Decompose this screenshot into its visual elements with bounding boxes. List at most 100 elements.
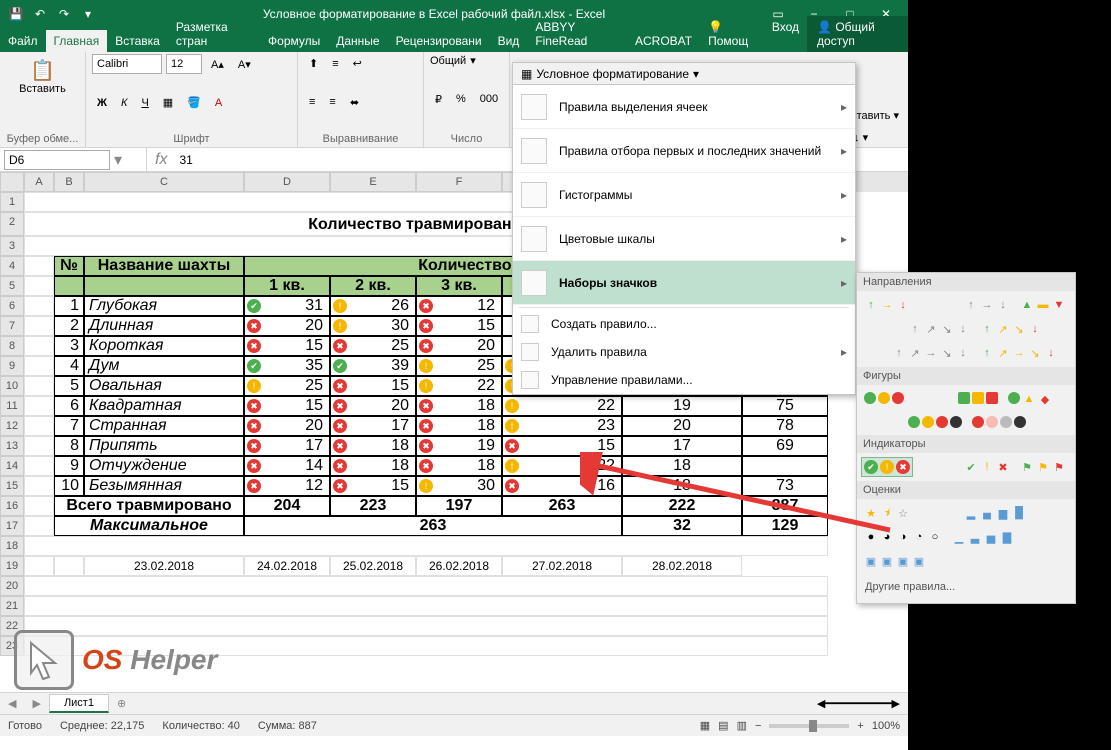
col-header-b[interactable]: B bbox=[54, 172, 84, 192]
cell-value[interactable]: ✖15 bbox=[502, 436, 622, 456]
cell-name[interactable]: Короткая bbox=[84, 336, 244, 356]
cell-value[interactable]: 69 bbox=[742, 436, 828, 456]
row-header[interactable]: 1 bbox=[0, 192, 24, 212]
cell-value[interactable]: ✖15 bbox=[244, 396, 330, 416]
iconset-redtoblack[interactable] bbox=[969, 413, 1029, 431]
font-name-input[interactable] bbox=[92, 54, 162, 74]
cell-value[interactable]: !30 bbox=[330, 316, 416, 336]
cell-value[interactable]: !23 bbox=[502, 416, 622, 436]
view-break-icon[interactable]: ▥ bbox=[737, 719, 747, 732]
zoom-slider[interactable] bbox=[769, 724, 849, 728]
cell-value[interactable]: ✖15 bbox=[244, 336, 330, 356]
cell-value[interactable]: 78 bbox=[742, 416, 828, 436]
sign-in[interactable]: Вход bbox=[764, 16, 807, 52]
cell-num[interactable]: 4 bbox=[54, 356, 84, 376]
cell-num[interactable]: 5 bbox=[54, 376, 84, 396]
row-header[interactable]: 16 bbox=[0, 496, 24, 516]
row-header[interactable]: 17 bbox=[0, 516, 24, 536]
increase-font-icon[interactable]: A▴ bbox=[206, 55, 229, 74]
iconset-3stars[interactable]: ★⯨☆ bbox=[861, 503, 913, 523]
row-header[interactable]: 3 bbox=[0, 236, 24, 256]
sheet-tab[interactable]: Лист1 bbox=[49, 694, 109, 713]
cell-value[interactable]: !25 bbox=[244, 376, 330, 396]
cell-value[interactable]: 18 bbox=[622, 456, 742, 476]
view-layout-icon[interactable]: ▤ bbox=[718, 719, 728, 732]
tab-abbyy[interactable]: ABBYY FineRead bbox=[527, 16, 627, 52]
redo-icon[interactable]: ↷ bbox=[56, 6, 72, 22]
cell-value[interactable]: ✖20 bbox=[244, 316, 330, 336]
view-normal-icon[interactable]: ▦ bbox=[700, 719, 710, 732]
row-header[interactable]: 14 bbox=[0, 456, 24, 476]
iconset-4ratings[interactable]: ▂▄▆█ bbox=[961, 503, 1029, 523]
qat-dropdown-icon[interactable]: ▾ bbox=[80, 6, 96, 22]
iconset-3signs[interactable]: ▲◆ bbox=[1005, 389, 1055, 409]
align-middle-icon[interactable]: ≡ bbox=[327, 55, 343, 73]
cell-value[interactable]: ✖18 bbox=[416, 396, 502, 416]
col-header-f[interactable]: F bbox=[416, 172, 502, 192]
row-header[interactable]: 6 bbox=[0, 296, 24, 316]
row-header[interactable]: 10 bbox=[0, 376, 24, 396]
paste-button[interactable]: 📋 Вставить bbox=[6, 54, 79, 99]
cell-value[interactable]: ✖18 bbox=[330, 456, 416, 476]
tab-layout[interactable]: Разметка стран bbox=[168, 16, 260, 52]
tab-data[interactable]: Данные bbox=[328, 30, 387, 52]
cell-name[interactable]: Длинная bbox=[84, 316, 244, 336]
col-header-d[interactable]: D bbox=[244, 172, 330, 192]
underline-button[interactable]: Ч bbox=[136, 94, 153, 112]
cf-color-scales[interactable]: Цветовые шкалы▸ bbox=[513, 217, 855, 261]
sheet-nav-prev-icon[interactable]: ◀ bbox=[0, 697, 24, 710]
cell-value[interactable]: ✖14 bbox=[244, 456, 330, 476]
cell-value[interactable]: 19 bbox=[622, 396, 742, 416]
col-header-e[interactable]: E bbox=[330, 172, 416, 192]
row-header[interactable]: 2 bbox=[0, 212, 24, 236]
cell-value[interactable]: 17 bbox=[622, 436, 742, 456]
cell-value[interactable]: ✔39 bbox=[330, 356, 416, 376]
cf-icon-sets[interactable]: Наборы значков▸ bbox=[513, 261, 855, 305]
font-color-button[interactable]: A bbox=[210, 94, 227, 112]
undo-icon[interactable]: ↶ bbox=[32, 6, 48, 22]
tab-home[interactable]: Главная bbox=[46, 30, 108, 52]
align-left-icon[interactable]: ≡ bbox=[304, 93, 320, 111]
tab-view[interactable]: Вид bbox=[490, 30, 528, 52]
save-icon[interactable]: 💾 bbox=[8, 6, 24, 22]
cell-value[interactable]: !22 bbox=[416, 376, 502, 396]
iconset-3arrows-color[interactable]: ↑→↓ bbox=[861, 295, 913, 315]
cell-num[interactable]: 10 bbox=[54, 476, 84, 496]
cell-value[interactable]: !26 bbox=[330, 296, 416, 316]
cell-name[interactable]: Дум bbox=[84, 356, 244, 376]
row-header[interactable]: 21 bbox=[0, 596, 24, 616]
cell-value[interactable]: !25 bbox=[416, 356, 502, 376]
cell-value[interactable]: ✔35 bbox=[244, 356, 330, 376]
cell-value[interactable]: 20 bbox=[622, 416, 742, 436]
cell-value[interactable]: ✖15 bbox=[330, 476, 416, 496]
cell-num[interactable]: 1 bbox=[54, 296, 84, 316]
iconset-4arrows-color[interactable]: ↑↗↘↓ bbox=[977, 319, 1045, 339]
cell-value[interactable]: ✔31 bbox=[244, 296, 330, 316]
cell-value[interactable]: ✖12 bbox=[416, 296, 502, 316]
col-header-a[interactable]: A bbox=[24, 172, 54, 192]
cell-num[interactable]: 9 bbox=[54, 456, 84, 476]
zoom-level[interactable]: 100% bbox=[872, 720, 900, 732]
tab-review[interactable]: Рецензировани bbox=[388, 30, 490, 52]
share-button[interactable]: 👤 Общий доступ bbox=[807, 16, 908, 52]
cf-top-bottom-rules[interactable]: Правила отбора первых и последних значен… bbox=[513, 129, 855, 173]
fx-icon[interactable]: fx bbox=[146, 148, 175, 171]
cell-name[interactable]: Безымянная bbox=[84, 476, 244, 496]
iconset-3traffic-unrimmed[interactable] bbox=[861, 389, 907, 409]
iconset-5ratings[interactable]: ▁▃▅▇ bbox=[949, 527, 1017, 547]
cell-name[interactable]: Припять bbox=[84, 436, 244, 456]
hscroll-right-icon[interactable]: ▶ bbox=[892, 697, 900, 710]
zoom-in-icon[interactable]: + bbox=[857, 720, 863, 732]
currency-icon[interactable]: ₽ bbox=[430, 90, 447, 109]
cell-num[interactable]: 6 bbox=[54, 396, 84, 416]
tab-formulas[interactable]: Формулы bbox=[260, 30, 328, 52]
align-center-icon[interactable]: ≡ bbox=[324, 93, 340, 111]
col-header-c[interactable]: C bbox=[84, 172, 244, 192]
italic-button[interactable]: К bbox=[116, 94, 132, 112]
cell-num[interactable]: 7 bbox=[54, 416, 84, 436]
tab-insert[interactable]: Вставка bbox=[107, 30, 168, 52]
iconset-4arrows-gray[interactable]: ↑↗↘↓ bbox=[905, 319, 973, 339]
cell-name[interactable]: Квадратная bbox=[84, 396, 244, 416]
cf-clear-rules[interactable]: Удалить правила▸ bbox=[513, 338, 855, 366]
row-header[interactable]: 12 bbox=[0, 416, 24, 436]
